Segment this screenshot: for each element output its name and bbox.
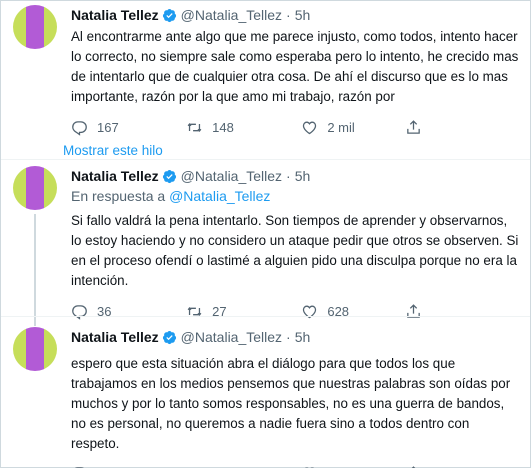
like-count: 2 mil	[327, 119, 355, 135]
tweet-2[interactable]: Natalia Tellez @Natalia_Tellez · 5h En r…	[1, 159, 530, 326]
handle[interactable]: @Natalia_Tellez	[181, 166, 282, 186]
timestamp[interactable]: 5h	[295, 327, 311, 347]
tweet-body: Natalia Tellez @Natalia_Tellez · 5h Al e…	[71, 4, 520, 136]
like-icon	[304, 467, 316, 468]
reply-to-handle-link[interactable]: @Natalia_Tellez	[169, 188, 270, 204]
verified-badge-icon	[162, 169, 176, 183]
retweet-icon	[187, 122, 202, 132]
tweet-header: Natalia Tellez @Natalia_Tellez · 5h	[71, 165, 520, 187]
separator-dot: ·	[286, 329, 291, 345]
tweet-1[interactable]: Natalia Tellez @Natalia_Tellez · 5h Al e…	[1, 1, 530, 136]
show-thread-link[interactable]: Mostrar este hilo	[63, 143, 163, 158]
tweet-body: Natalia Tellez @Natalia_Tellez · 5h En r…	[71, 165, 520, 320]
avatar-column	[13, 166, 61, 326]
separator-dot: ·	[286, 7, 291, 23]
timeline: Natalia Tellez @Natalia_Tellez · 5h Al e…	[0, 0, 531, 468]
reply-button[interactable]: 167	[71, 119, 186, 136]
reply-count: 167	[97, 119, 119, 135]
action-bar: 167 148 2 mil	[71, 117, 520, 137]
separator-dot: ·	[286, 168, 291, 184]
tweet-text: Si fallo valdrá la pena intentarlo. Son …	[71, 213, 519, 288]
like-icon	[303, 121, 317, 134]
tweet-text: Al encontrarme ante algo que me parece i…	[71, 29, 519, 104]
tweet-header: Natalia Tellez @Natalia_Tellez · 5h	[71, 4, 520, 26]
display-name[interactable]: Natalia Tellez	[71, 5, 159, 25]
like-button[interactable]: 2 mil	[301, 119, 404, 136]
reply-context: En respuesta a @Natalia_Tellez	[71, 187, 520, 205]
avatar[interactable]	[13, 327, 57, 371]
thread-connector-line	[34, 214, 36, 326]
handle[interactable]: @Natalia_Tellez	[181, 327, 282, 347]
reply-button[interactable]: 103	[71, 465, 186, 468]
verified-badge-icon	[162, 8, 176, 22]
share-icon	[407, 119, 420, 134]
retweet-count: 148	[212, 119, 234, 135]
tweet-text: espero que esta situación abra el diálog…	[71, 356, 511, 451]
tweet-3[interactable]: Natalia Tellez @Natalia_Tellez · 5h espe…	[1, 316, 530, 468]
tweet-header: Natalia Tellez @Natalia_Tellez · 5h	[71, 326, 520, 348]
action-bar: 103 27 723	[71, 463, 520, 468]
timestamp[interactable]: 5h	[295, 5, 311, 25]
share-icon	[411, 465, 416, 468]
retweet-button[interactable]: 27	[186, 465, 301, 468]
like-button[interactable]: 723	[301, 465, 404, 468]
verified-badge-icon	[162, 330, 176, 344]
share-button[interactable]	[405, 465, 520, 468]
reply-icon	[72, 120, 87, 136]
avatar[interactable]	[13, 166, 57, 210]
handle[interactable]: @Natalia_Tellez	[181, 5, 282, 25]
tweet-body: Natalia Tellez @Natalia_Tellez · 5h espe…	[71, 326, 520, 468]
retweet-button[interactable]: 148	[186, 119, 301, 136]
timestamp[interactable]: 5h	[295, 166, 311, 186]
display-name[interactable]: Natalia Tellez	[71, 327, 159, 347]
reply-icon	[74, 466, 85, 468]
avatar-column	[13, 327, 61, 452]
retweet-icon	[186, 465, 203, 468]
reply-to-prefix: En respuesta a	[71, 188, 166, 204]
share-button[interactable]	[405, 119, 520, 136]
avatar[interactable]	[13, 5, 57, 49]
display-name[interactable]: Natalia Tellez	[71, 166, 159, 186]
avatar-column	[13, 5, 61, 133]
